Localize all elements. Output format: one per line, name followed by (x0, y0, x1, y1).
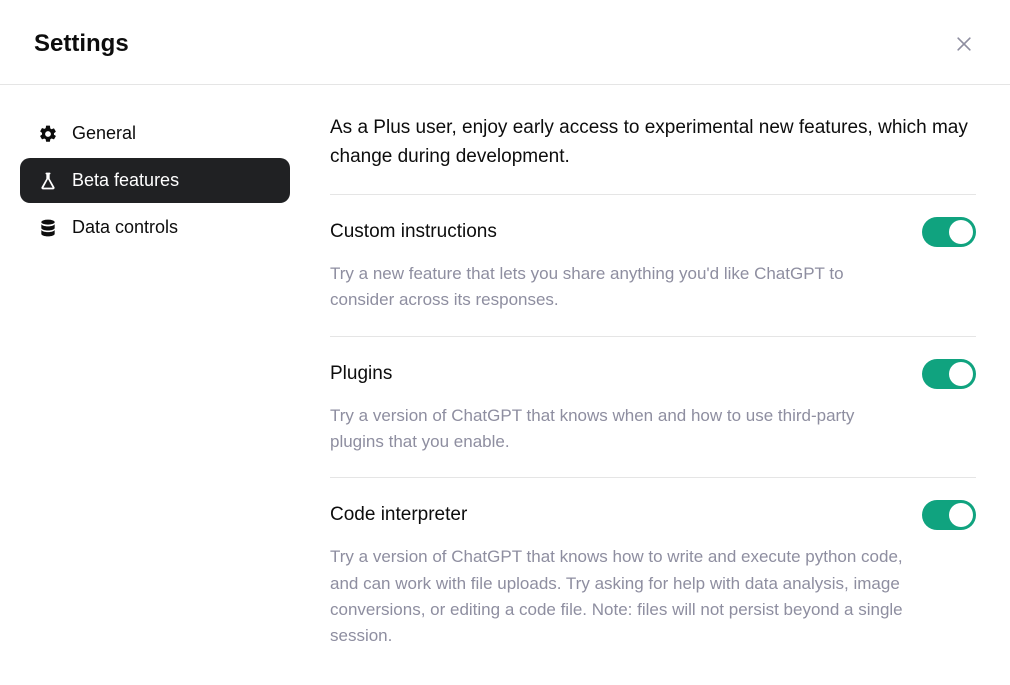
sidebar-item-label: General (72, 123, 136, 144)
sidebar-item-beta-features[interactable]: Beta features (20, 158, 290, 203)
sidebar-item-label: Data controls (72, 217, 178, 238)
section-custom-instructions: Custom instructions Try a new feature th… (330, 194, 976, 336)
settings-sidebar: General Beta features Data controls (20, 109, 290, 672)
intro-text: As a Plus user, enjoy early access to ex… (330, 113, 976, 194)
settings-body: General Beta features Data controls As a… (0, 85, 1010, 672)
settings-header: Settings (0, 0, 1010, 84)
section-title: Code interpreter (330, 504, 467, 526)
section-code-interpreter: Code interpreter Try a version of ChatGP… (330, 477, 976, 671)
flask-icon (38, 171, 58, 191)
toggle-code-interpreter[interactable] (922, 500, 976, 530)
toggle-knob (949, 220, 973, 244)
section-head: Plugins (330, 359, 976, 389)
section-title: Plugins (330, 363, 392, 385)
toggle-custom-instructions[interactable] (922, 217, 976, 247)
section-description: Try a new feature that lets you share an… (330, 247, 910, 314)
gear-icon (38, 124, 58, 144)
close-button[interactable] (952, 32, 976, 56)
settings-content: As a Plus user, enjoy early access to ex… (330, 109, 976, 672)
section-description: Try a version of ChatGPT that knows how … (330, 530, 910, 649)
toggle-knob (949, 362, 973, 386)
database-icon (38, 218, 58, 238)
toggle-knob (949, 503, 973, 527)
sidebar-item-general[interactable]: General (20, 111, 290, 156)
section-title: Custom instructions (330, 221, 497, 243)
close-icon (954, 34, 974, 54)
toggle-plugins[interactable] (922, 359, 976, 389)
section-head: Custom instructions (330, 217, 976, 247)
sidebar-item-data-controls[interactable]: Data controls (20, 205, 290, 250)
sidebar-item-label: Beta features (72, 170, 179, 191)
section-plugins: Plugins Try a version of ChatGPT that kn… (330, 336, 976, 478)
page-title: Settings (34, 30, 129, 58)
section-description: Try a version of ChatGPT that knows when… (330, 389, 910, 456)
section-head: Code interpreter (330, 500, 976, 530)
